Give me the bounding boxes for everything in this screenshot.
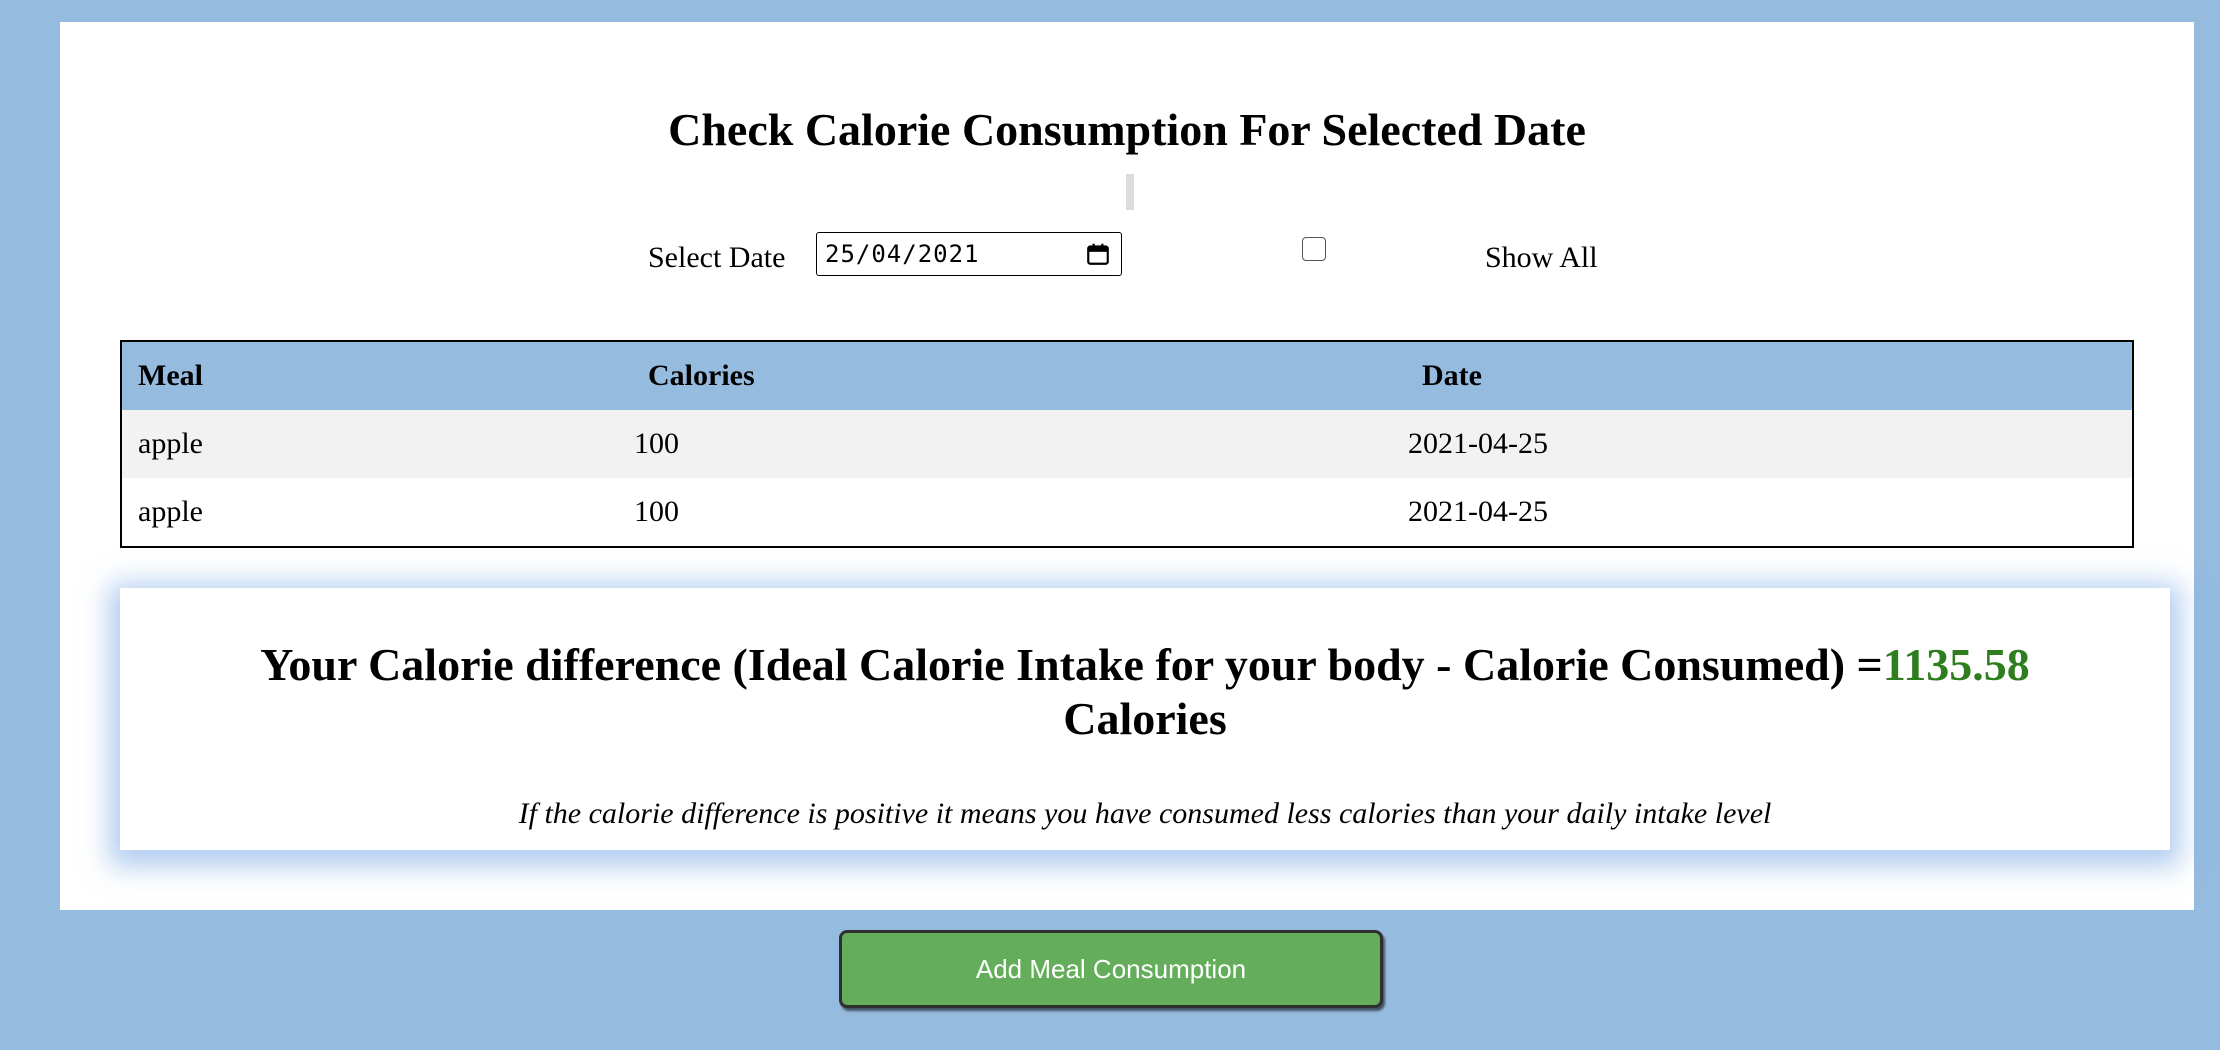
cell-date: 2021-04-25 <box>1408 427 1548 460</box>
divider-mark <box>1126 174 1134 210</box>
column-header-calories: Calories <box>648 359 755 392</box>
cell-calories: 100 <box>634 427 679 460</box>
calorie-summary-card: Your Calorie difference (Ideal Calorie I… <box>120 588 2170 850</box>
calorie-difference-value: 1135.58 <box>1882 639 2030 690</box>
show-all-checkbox[interactable] <box>1302 237 1326 261</box>
date-input[interactable]: 25/04/2021 <box>816 232 1122 276</box>
calorie-difference-unit: Calories <box>1063 693 1227 744</box>
table-row: apple 100 2021-04-25 <box>121 478 2133 547</box>
meal-table: Meal Calories Date apple 100 2021-04-25 … <box>120 340 2134 548</box>
calorie-difference-label: Your Calorie difference (Ideal Calorie I… <box>260 639 1883 690</box>
cell-meal: apple <box>138 427 203 460</box>
column-header-meal: Meal <box>138 359 203 392</box>
table-header-row: Meal Calories Date <box>121 341 2133 410</box>
cell-date: 2021-04-25 <box>1408 495 1548 528</box>
date-input-value: 25/04/2021 <box>825 240 980 268</box>
column-header-date: Date <box>1422 359 1482 392</box>
table-row: apple 100 2021-04-25 <box>121 410 2133 478</box>
show-all-label: Show All <box>1485 241 1598 274</box>
calorie-difference-note: If the calorie difference is positive it… <box>518 797 1772 830</box>
calendar-icon[interactable] <box>1085 241 1111 267</box>
select-date-label: Select Date <box>648 241 786 274</box>
add-meal-consumption-button[interactable]: Add Meal Consumption <box>839 930 1383 1008</box>
cell-meal: apple <box>138 495 203 528</box>
calorie-difference-heading: Your Calorie difference (Ideal Calorie I… <box>120 638 2170 746</box>
cell-calories: 100 <box>634 495 679 528</box>
page-title: Check Calorie Consumption For Selected D… <box>668 104 1586 155</box>
